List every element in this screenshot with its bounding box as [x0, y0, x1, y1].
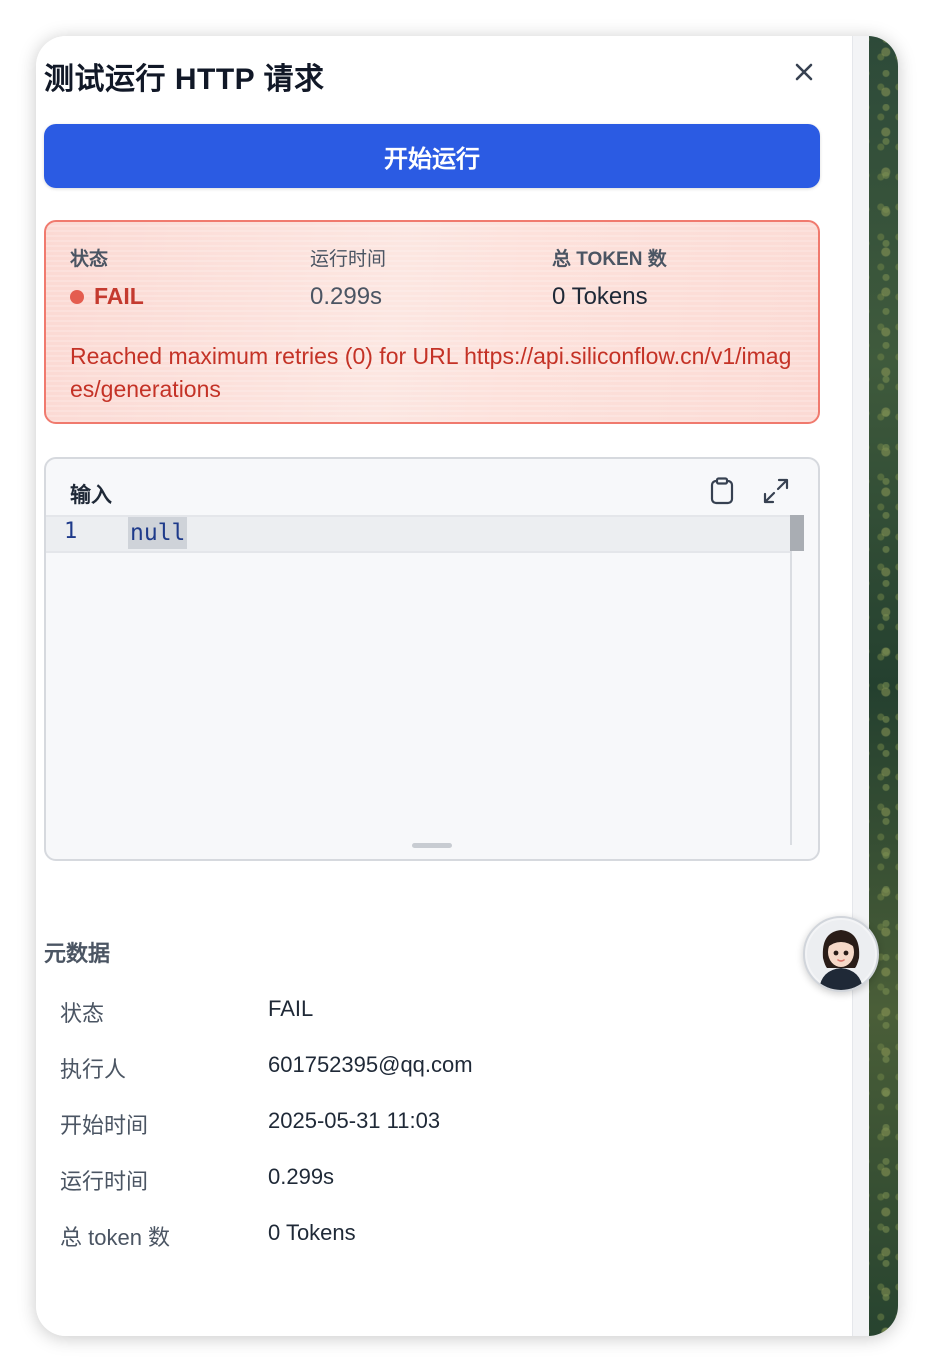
clipboard-icon — [710, 477, 734, 505]
metadata-value: 0 Tokens — [268, 1220, 356, 1245]
metadata-key: 运行时间 — [60, 1169, 149, 1194]
tokens-label: 总 TOKEN 数 — [552, 249, 667, 270]
code-content[interactable]: null — [128, 517, 188, 549]
metadata-key: 执行人 — [60, 1057, 127, 1082]
app-window: 测试运行 HTTP 请求 开始运行 状态 FAIL 运行时间 0.299s 总 … — [36, 36, 898, 1336]
status-stat: 状态 FAIL — [70, 244, 144, 310]
error-message: Reached maximum retries (0) for URL http… — [70, 343, 792, 402]
input-editor: 输入 1 null — [44, 457, 820, 861]
status-label: 状态 — [70, 249, 109, 270]
result-summary: 状态 FAIL 运行时间 0.299s 总 TOKEN 数 0 Tokens R… — [44, 220, 820, 424]
panel-scrollbar[interactable] — [852, 36, 869, 1336]
editor-scrollbar-thumb[interactable] — [790, 515, 804, 551]
metadata-key: 总 token 数 — [60, 1225, 171, 1250]
expand-icon — [763, 478, 789, 504]
panel-title: 测试运行 HTTP 请求 — [44, 63, 325, 96]
tokens-value: 0 Tokens — [552, 283, 648, 310]
tokens-stat: 总 TOKEN 数 0 Tokens — [552, 244, 667, 311]
assistant-button[interactable] — [803, 916, 879, 992]
metadata-value: 601752395@qq.com — [268, 1052, 473, 1077]
start-run-button[interactable]: 开始运行 — [44, 124, 820, 188]
close-button[interactable] — [788, 56, 820, 88]
metadata-value: 2025-05-31 11:03 — [268, 1108, 441, 1133]
editor-resize-handle[interactable] — [412, 843, 452, 848]
duration-stat: 运行时间 0.299s — [310, 244, 386, 311]
status-value-wrap: FAIL — [70, 283, 144, 310]
status-value: FAIL — [94, 283, 144, 309]
line-number: 1 — [64, 519, 78, 544]
input-label: 输入 — [70, 484, 112, 507]
copy-button[interactable] — [706, 475, 738, 507]
close-icon — [795, 63, 813, 81]
fail-dot-icon — [70, 289, 84, 304]
assistant-avatar-icon — [807, 920, 875, 990]
metadata-key: 状态 — [60, 1001, 105, 1026]
metadata-value: 0.299s — [268, 1164, 335, 1189]
metadata-value: FAIL — [268, 996, 314, 1021]
metadata-title: 元数据 — [44, 941, 111, 966]
duration-label: 运行时间 — [310, 249, 387, 270]
editor-scrollbar-track[interactable] — [790, 515, 792, 845]
duration-value: 0.299s — [310, 283, 383, 310]
metadata-key: 开始时间 — [60, 1113, 149, 1138]
expand-button[interactable] — [760, 475, 792, 507]
test-run-panel: 测试运行 HTTP 请求 开始运行 状态 FAIL 运行时间 0.299s 总 … — [36, 36, 852, 1336]
